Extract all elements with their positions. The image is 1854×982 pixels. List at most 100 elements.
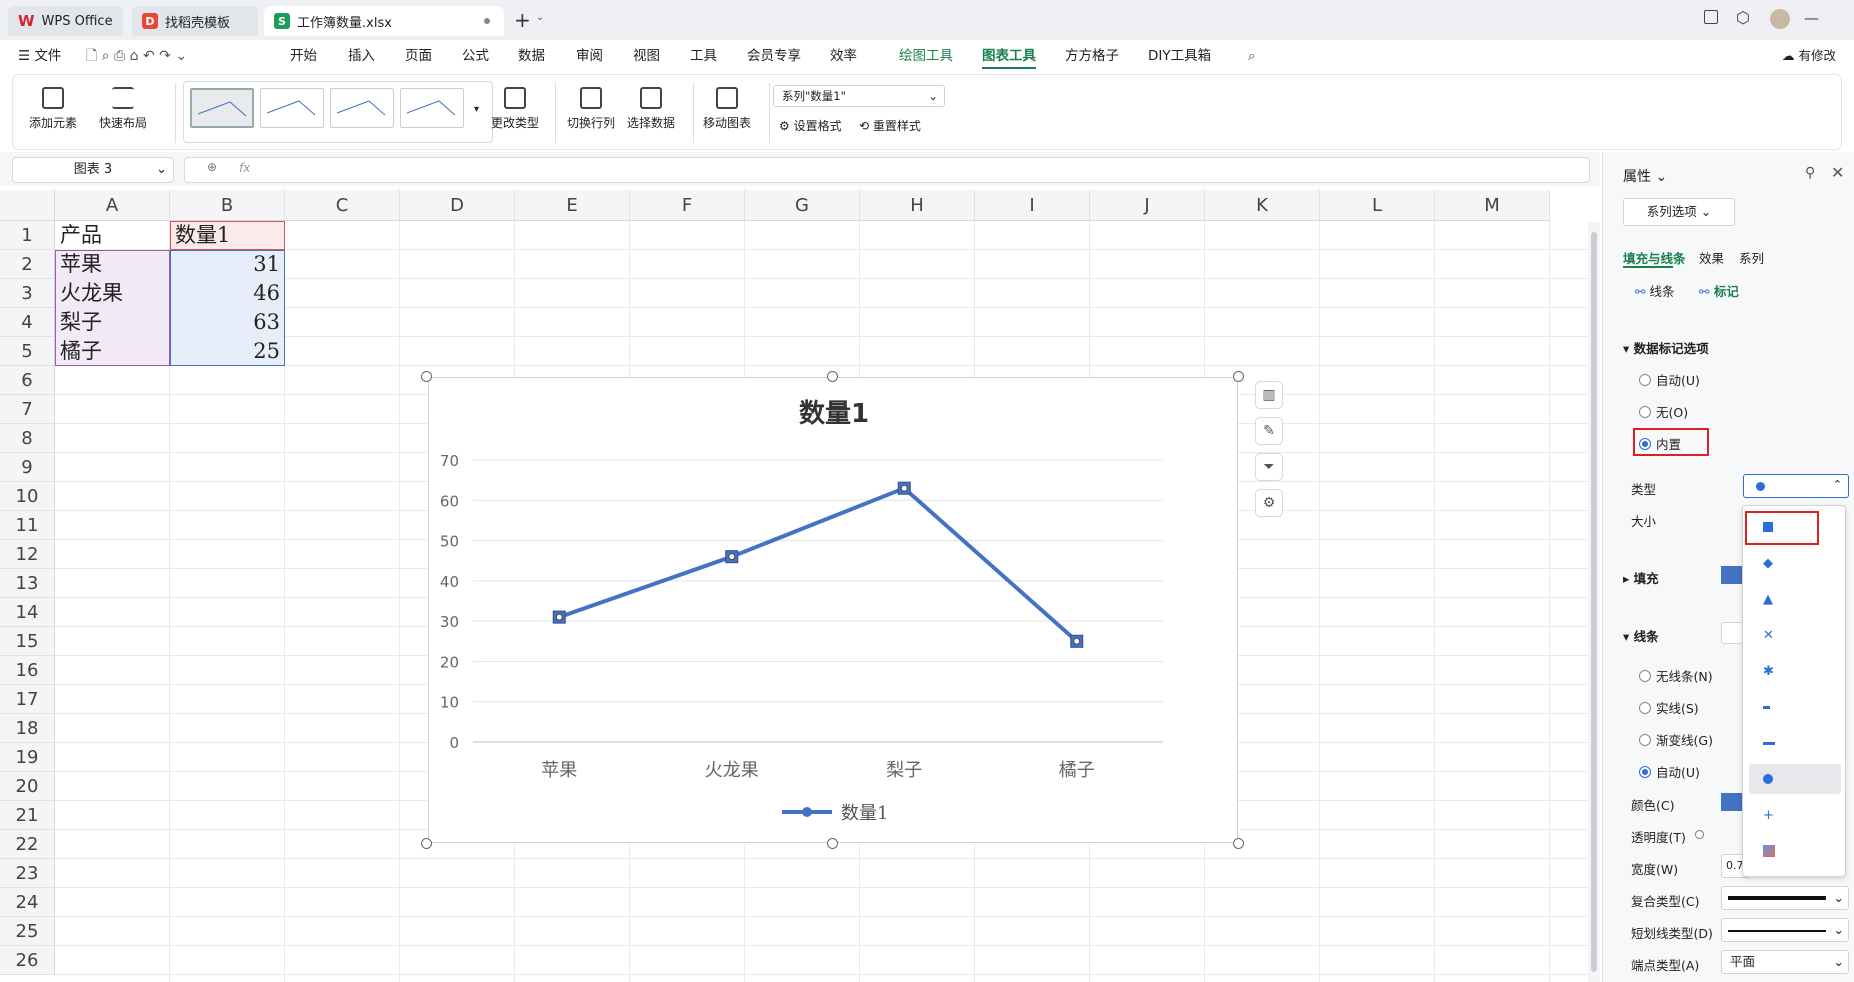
line-gradient-radio[interactable]: 渐变线(G) <box>1639 730 1713 749</box>
close-icon[interactable]: ✕ <box>1831 163 1844 182</box>
cell-b4[interactable]: 63 <box>171 308 284 337</box>
chart-filter-icon[interactable]: ⏷ <box>1255 453 1283 481</box>
row-header-19[interactable]: 19 <box>0 743 55 772</box>
avatar[interactable] <box>1770 9 1790 29</box>
tab-fill-line[interactable]: 填充与线条 <box>1623 248 1686 267</box>
menu-data[interactable]: 数据 <box>518 40 545 72</box>
menu-member[interactable]: 会员专享 <box>747 40 801 72</box>
menu-insert[interactable]: 插入 <box>348 40 375 72</box>
menu-drawing-tools[interactable]: 绘图工具 <box>899 40 953 72</box>
marker-auto-radio[interactable]: 自动(U) <box>1639 370 1700 389</box>
resize-handle-b[interactable] <box>827 838 838 849</box>
point-selection-handle[interactable] <box>900 484 908 492</box>
marker-type-diamond[interactable]: ◆ <box>1749 548 1841 578</box>
marker-options-header[interactable]: ▾ 数据标记选项 <box>1623 338 1709 357</box>
row-header-6[interactable]: 6 <box>0 366 55 395</box>
cap-type-select[interactable]: 平面 ⌄ <box>1721 950 1849 974</box>
row-header-15[interactable]: 15 <box>0 627 55 656</box>
row-header-11[interactable]: 11 <box>0 511 55 540</box>
row-header-26[interactable]: 26 <box>0 946 55 975</box>
marker-type-select[interactable]: ⌃ <box>1743 474 1849 498</box>
line-solid-radio[interactable]: 实线(S) <box>1639 698 1699 717</box>
point-selection-handle[interactable] <box>1073 637 1081 645</box>
line-style-preview[interactable] <box>1721 622 1743 644</box>
marker-type-long-dash[interactable] <box>1749 728 1841 758</box>
column-header-b[interactable]: B <box>170 190 285 221</box>
marker-type-picture[interactable] <box>1749 836 1841 866</box>
marker-type-plus[interactable]: + <box>1749 800 1841 830</box>
menu-view[interactable]: 视图 <box>633 40 660 72</box>
chart-elements-icon[interactable]: ▥ <box>1255 381 1283 409</box>
compound-type-select[interactable]: ⌄ <box>1721 886 1849 910</box>
panel-title[interactable]: 属性 ⌄ <box>1623 166 1667 186</box>
cell-a5[interactable]: 橘子 <box>56 337 106 366</box>
series-line[interactable] <box>558 486 1079 643</box>
menu-page[interactable]: 页面 <box>405 40 432 72</box>
row-header-4[interactable]: 4 <box>0 308 55 337</box>
fill-color-swatch[interactable] <box>1721 566 1743 584</box>
chart-style-4[interactable] <box>400 88 464 128</box>
resize-handle-tl[interactable] <box>421 371 432 382</box>
reset-style-button[interactable]: ⟲ 重置样式 <box>859 117 921 134</box>
cube-icon[interactable]: ⬡ <box>1736 8 1750 27</box>
chevron-down-icon[interactable]: ⌄ <box>536 12 544 23</box>
chart-style-2[interactable] <box>260 88 324 128</box>
row-header-16[interactable]: 16 <box>0 656 55 685</box>
menu-chart-tools[interactable]: 图表工具 <box>982 40 1036 72</box>
row-header-2[interactable]: 2 <box>0 250 55 279</box>
marker-none-radio[interactable]: 无(O) <box>1639 402 1688 421</box>
tab-workbook[interactable]: S 工作簿数量.xlsx <box>264 6 504 36</box>
row-header-24[interactable]: 24 <box>0 888 55 917</box>
cell-b5[interactable]: 25 <box>171 337 284 366</box>
transparency-slider[interactable] <box>1695 830 1704 839</box>
select-all-corner[interactable] <box>0 190 55 221</box>
tab-docer[interactable]: D 找稻壳模板 <box>132 6 258 36</box>
menu-formula[interactable]: 公式 <box>462 40 489 72</box>
quick-access-icons[interactable]: 🗋 ⌕ ⎙ ⌂ ↶ ↷ ⌄ <box>86 40 187 72</box>
marker-type-triangle[interactable]: ▲ <box>1749 584 1841 614</box>
row-header-22[interactable]: 22 <box>0 830 55 859</box>
row-header-13[interactable]: 13 <box>0 569 55 598</box>
point-selection-handle[interactable] <box>728 553 736 561</box>
cell-a3[interactable]: 火龙果 <box>56 279 127 308</box>
add-element-button[interactable]: 添加元素 <box>29 87 77 131</box>
minimize-icon[interactable]: — <box>1804 9 1819 27</box>
row-header-3[interactable]: 3 <box>0 279 55 308</box>
search-icon[interactable]: ⌕ <box>1248 40 1256 72</box>
row-header-9[interactable]: 9 <box>0 453 55 482</box>
line-color-swatch[interactable] <box>1721 793 1743 811</box>
row-header-1[interactable]: 1 <box>0 221 55 250</box>
move-chart-button[interactable]: 移动图表 <box>703 87 751 131</box>
tab-effects[interactable]: 效果 <box>1699 248 1724 267</box>
column-header-a[interactable]: A <box>55 190 170 221</box>
column-header-j[interactable]: J <box>1090 190 1205 221</box>
zoom-icon[interactable]: ⊕ <box>207 160 217 174</box>
row-header-25[interactable]: 25 <box>0 917 55 946</box>
resize-handle-t[interactable] <box>827 371 838 382</box>
pin-icon[interactable]: ⚲ <box>1805 165 1815 181</box>
unsaved-dot-icon[interactable] <box>484 18 490 24</box>
vertical-scrollbar[interactable] <box>1588 222 1600 982</box>
line-section-header[interactable]: ▾ 线条 <box>1623 626 1659 645</box>
cell-a2[interactable]: 苹果 <box>56 250 106 279</box>
line-auto-radio[interactable]: 自动(U) <box>1639 762 1700 781</box>
menu-diy-toolbox[interactable]: DIY工具箱 <box>1148 40 1211 72</box>
point-selection-handle[interactable] <box>555 613 563 621</box>
resize-handle-br[interactable] <box>1233 838 1244 849</box>
subtab-marker[interactable]: ⚯ 标记 <box>1699 281 1739 300</box>
row-header-5[interactable]: 5 <box>0 337 55 366</box>
quick-layout-button[interactable]: 快速布局 <box>99 87 147 131</box>
row-header-20[interactable]: 20 <box>0 772 55 801</box>
marker-type-star[interactable]: ✱ <box>1749 656 1841 686</box>
resize-handle-bl[interactable] <box>421 838 432 849</box>
tab-series[interactable]: 系列 <box>1739 248 1764 267</box>
menu-tools[interactable]: 工具 <box>690 40 717 72</box>
column-header-e[interactable]: E <box>515 190 630 221</box>
line-chart[interactable]: 数量1 0 10 20 30 40 50 60 70 苹果 火龙果 梨子 橘子 数量1 <box>428 377 1238 843</box>
cell-a1[interactable]: 产品 <box>56 221 106 250</box>
row-header-10[interactable]: 10 <box>0 482 55 511</box>
cell-b1[interactable]: 数量1 <box>171 221 234 250</box>
gallery-more-icon[interactable]: ▾ <box>474 104 479 115</box>
column-header-g[interactable]: G <box>745 190 860 221</box>
chart-legend[interactable]: 数量1 <box>782 803 888 824</box>
